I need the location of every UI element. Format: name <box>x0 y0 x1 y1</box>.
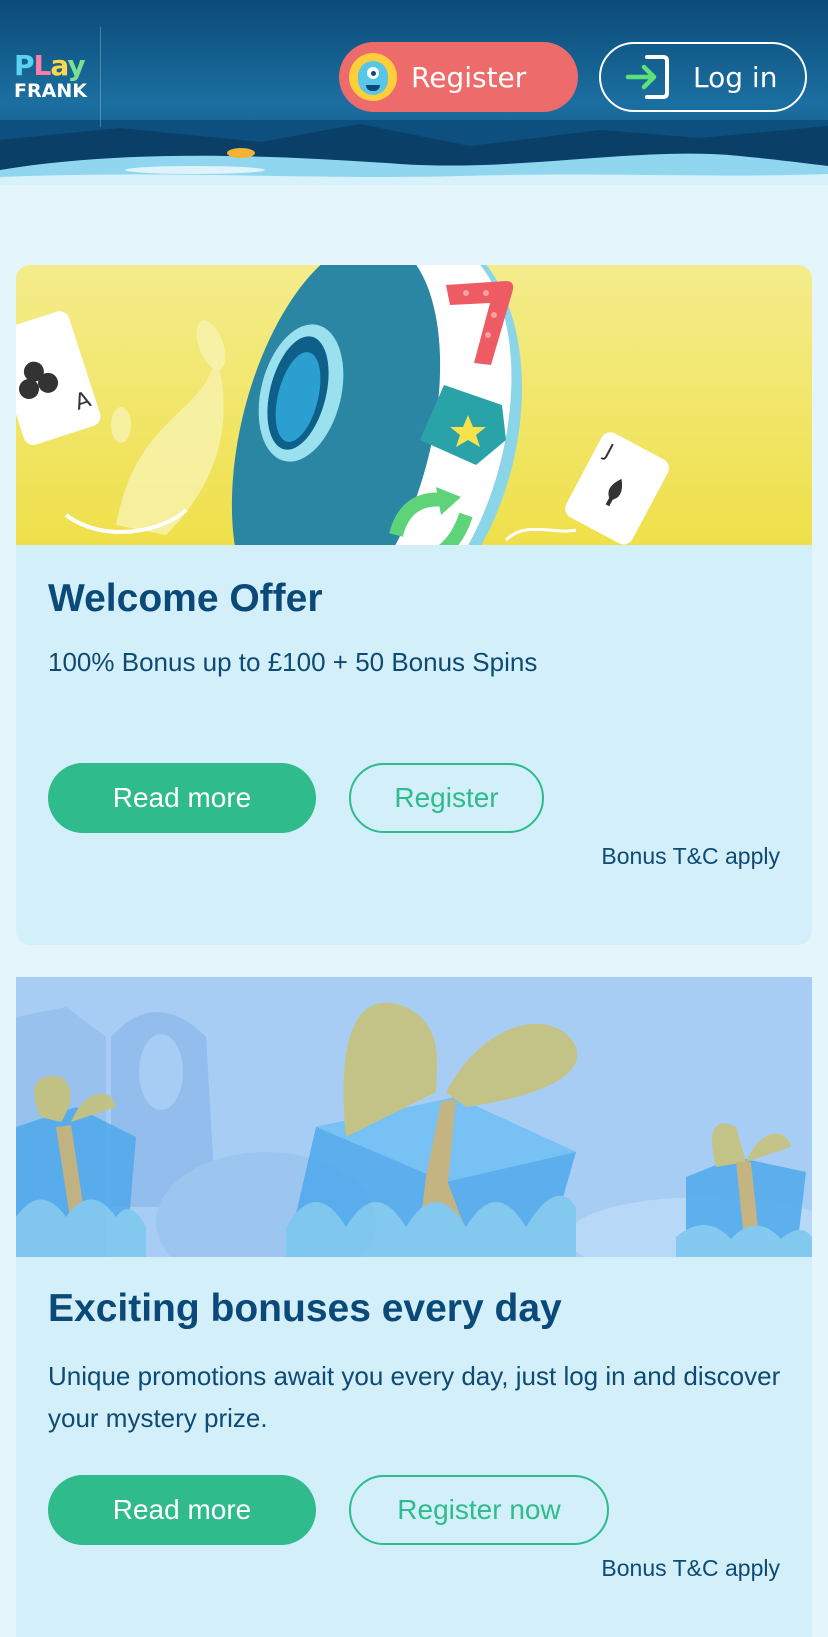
site-header: PLay FRANK Register Log in <box>0 0 828 185</box>
mascot-avatar-icon <box>349 53 397 101</box>
playfrank-logo[interactable]: PLay FRANK <box>14 52 87 101</box>
promo-card-welcome-offer: A J Welcome Offer 100% Bonus up to £100 … <box>16 265 812 945</box>
logo-frank-text: FRANK <box>14 80 87 102</box>
header-register-button[interactable]: Register <box>339 42 578 112</box>
login-arrow-icon <box>625 55 669 99</box>
header-register-label: Register <box>411 60 527 94</box>
welcome-offer-register-button[interactable]: Register <box>349 763 544 833</box>
promo-card-daily-bonuses: Exciting bonuses every day Unique promot… <box>16 977 812 1637</box>
header-login-label: Log in <box>693 60 778 94</box>
header-divider <box>100 27 101 127</box>
header-login-button[interactable]: Log in <box>599 42 807 112</box>
daily-bonuses-title: Exciting bonuses every day <box>48 1287 562 1330</box>
header-landscape <box>0 120 828 185</box>
welcome-offer-read-more-button[interactable]: Read more <box>48 763 316 833</box>
welcome-offer-description: 100% Bonus up to £100 + 50 Bonus Spins <box>48 647 538 677</box>
daily-bonuses-banner <box>16 977 812 1257</box>
welcome-offer-title: Welcome Offer <box>48 577 323 620</box>
daily-bonuses-description: Unique promotions await you every day, j… <box>48 1361 781 1433</box>
daily-bonuses-read-more-button[interactable]: Read more <box>48 1475 316 1545</box>
welcome-offer-terms-link[interactable]: Bonus T&C apply <box>601 843 780 870</box>
daily-bonuses-register-now-button[interactable]: Register now <box>349 1475 609 1545</box>
welcome-offer-banner: A J <box>16 265 812 545</box>
daily-bonuses-terms-link[interactable]: Bonus T&C apply <box>601 1555 780 1582</box>
